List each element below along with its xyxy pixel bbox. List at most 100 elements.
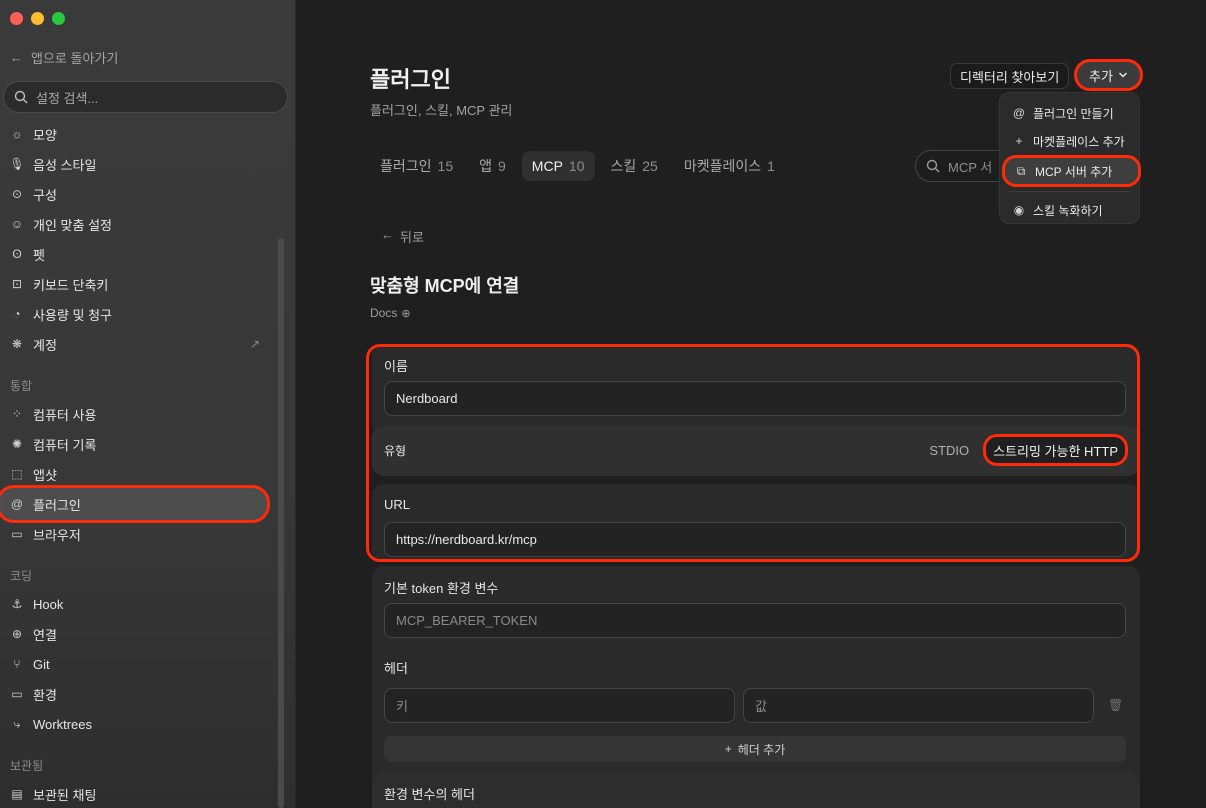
plus-icon: + (1015, 134, 1023, 148)
tab-mcp[interactable]: MCP 10 (521, 151, 595, 181)
globe-icon: ⊕ (11, 627, 23, 641)
token-env-input[interactable]: MCP_BEARER_TOKEN (384, 603, 1126, 638)
env-headers-card: 환경 변수의 헤더 (372, 772, 1140, 808)
page-title: 플러그인 (370, 67, 451, 92)
sidebar-item-pet[interactable]: ʘ 펫 (0, 239, 270, 269)
menu-item-create-plugin[interactable]: @ 플러그인 만들기 (1000, 99, 1139, 127)
sidebar-item-label: 구성 (33, 187, 57, 203)
sidebar-item-worktrees[interactable]: ⤷ Worktrees (0, 709, 270, 739)
sidebar-item-label: 앱샷 (33, 467, 57, 483)
sidebar-item-usage-billing[interactable]: ◔ 사용량 및 청구 (0, 299, 270, 329)
url-input[interactable]: https://nerdboard.kr/mcp (384, 522, 1126, 557)
tab-bar: 플러그인 15 앱 9 MCP 10 스킬 25 마켓플레이스 1 (370, 151, 785, 181)
menu-item-add-mcp-server[interactable]: ⧉ MCP 서버 추가 (1002, 155, 1141, 187)
sidebar-item-personalization[interactable]: ☺ 개인 맞춤 설정 (0, 209, 270, 239)
menu-item-record-skill[interactable]: ◉ 스킬 녹화하기 (1000, 196, 1139, 224)
sidebar-item-label: 모양 (33, 127, 57, 143)
search-icon (14, 90, 28, 104)
spark-icon: ✺ (11, 437, 23, 451)
back-link[interactable]: ← 뒤로 (381, 227, 424, 246)
sidebar-item-git[interactable]: ⑂ Git (0, 649, 270, 679)
sidebar-scrollbar[interactable] (278, 238, 284, 808)
worktree-icon: ⤷ (13, 716, 21, 731)
sidebar-item-label: 펫 (33, 247, 45, 263)
tab-marketplace[interactable]: 마켓플레이스 1 (674, 151, 785, 181)
tab-label: 마켓플레이스 (683, 158, 762, 174)
menu-item-label: 플러그인 만들기 (1033, 106, 1114, 121)
minimize-window-button[interactable] (31, 12, 44, 25)
sidebar-item-appearance[interactable]: ☼ 모양 (0, 119, 270, 149)
headers-label: 헤더 (384, 661, 408, 676)
header-key-input[interactable]: 키 (384, 688, 735, 723)
keyboard-icon: ⊡ (11, 277, 23, 291)
back-to-app-label: 앱으로 돌아가기 (31, 51, 119, 66)
menu-divider (1008, 191, 1131, 192)
sidebar-item-label: 음성 스타일 (33, 157, 97, 173)
section-title: 맞춤형 MCP에 연결 (370, 276, 520, 296)
name-value: Nerdboard (396, 391, 458, 406)
section-label-coding: 코딩 (10, 569, 33, 583)
name-label: 이름 (384, 359, 408, 374)
sidebar-item-connections[interactable]: ⊕ 연결 (0, 619, 270, 649)
header-key-placeholder: 키 (396, 699, 408, 714)
url-label: URL (384, 497, 411, 512)
sidebar-item-config[interactable]: ⊙ 구성 (0, 179, 270, 209)
sidebar-item-label: 연결 (33, 627, 57, 643)
tab-skills[interactable]: 스킬 25 (601, 151, 668, 181)
add-dropdown-menu: @ 플러그인 만들기 + 마켓플레이스 추가 ⧉ MCP 서버 추가 ◉ 스킬 … (999, 92, 1141, 224)
url-value: https://nerdboard.kr/mcp (396, 532, 537, 547)
transport-selector: STDIO 스트리밍 가능한 HTTP (925, 434, 1128, 466)
smile-icon: ☺ (10, 217, 24, 231)
sidebar-item-label: 보관된 채팅 (33, 787, 97, 803)
sidebar-item-label: 컴퓨터 사용 (33, 407, 97, 423)
tab-apps[interactable]: 앱 9 (469, 151, 516, 181)
add-button[interactable]: 추가 (1074, 59, 1143, 91)
tab-count: 15 (437, 158, 454, 174)
sidebar-item-computer-history[interactable]: ✺ 컴퓨터 기록 (0, 429, 270, 459)
tab-label: 앱 (479, 158, 492, 174)
name-input[interactable]: Nerdboard (384, 381, 1126, 416)
page-subtitle: 플러그인, 스킬, MCP 관리 (370, 103, 513, 118)
zoom-window-button[interactable] (52, 12, 65, 25)
menu-item-add-marketplace[interactable]: + 마켓플레이스 추가 (1000, 127, 1139, 155)
browse-directory-button[interactable]: 디렉터리 찾아보기 (950, 63, 1070, 89)
settings-search-input[interactable]: 설정 검색... (3, 81, 288, 113)
sun-icon: ☼ (11, 127, 23, 141)
add-header-button[interactable]: + 헤더 추가 (384, 736, 1126, 762)
sidebar-item-computer-use[interactable]: ⁘ 컴퓨터 사용 (0, 399, 270, 429)
trash-icon[interactable]: 🗑︎ (1108, 698, 1123, 712)
sidebar-item-label: Git (33, 656, 50, 672)
mcp-icon: ⧉ (1016, 163, 1026, 178)
option-streaming-http[interactable]: 스트리밍 가능한 HTTP (983, 434, 1128, 466)
sidebar: ← 앱으로 돌아가기 설정 검색... ☼ 모양 🎙︎ 음성 스타일 ⊙ 구성 … (0, 0, 296, 808)
sidebar-item-hook[interactable]: ⚓︎ Hook (0, 589, 270, 619)
section-label-integration: 통합 (10, 379, 33, 393)
tab-plugins[interactable]: 플러그인 15 (370, 151, 463, 181)
tab-label: MCP (531, 158, 563, 174)
tab-count: 25 (642, 158, 658, 174)
sidebar-item-label: 사용량 및 청구 (33, 307, 112, 323)
sidebar-item-label: 플러그인 (33, 497, 81, 513)
close-window-button[interactable] (10, 12, 23, 25)
sidebar-item-voice-style[interactable]: 🎙︎ 음성 스타일 (0, 149, 270, 179)
sidebar-item-archived-chats[interactable]: ▤ 보관된 채팅 (0, 779, 270, 808)
option-stdio[interactable]: STDIO (925, 443, 973, 458)
gauge-icon: ◔ (13, 307, 21, 321)
sidebar-item-plugins[interactable]: @ 플러그인 (0, 485, 270, 523)
back-to-app-link[interactable]: ← 앱으로 돌아가기 (10, 48, 118, 67)
sidebar-item-keyboard-shortcuts[interactable]: ⊡ 키보드 단축키 (0, 269, 270, 299)
sidebar-item-account[interactable]: ❋ 계정 ↗ (0, 329, 270, 359)
header-value-input[interactable]: 값 (743, 688, 1094, 723)
mic-icon: 🎙︎ (9, 157, 25, 171)
anchor-icon: ⚓︎ (11, 597, 23, 611)
account-icon: ❋ (11, 337, 23, 351)
docs-link[interactable]: Docs ⊕ (370, 306, 411, 320)
sidebar-item-environment[interactable]: ▭ 환경 (0, 679, 270, 709)
arrow-left-icon: ← (381, 227, 394, 242)
main-panel: 플러그인 플러그인, 스킬, MCP 관리 디렉터리 찾아보기 추가 플러그인 … (297, 0, 1206, 808)
window-controls (10, 12, 65, 25)
at-icon: @ (10, 497, 24, 511)
sidebar-item-browser[interactable]: ▭ 브라우저 (0, 519, 270, 549)
type-row: 유형 STDIO 스트리밍 가능한 HTTP (372, 426, 1140, 476)
env-headers-label: 환경 변수의 헤더 (384, 787, 475, 802)
